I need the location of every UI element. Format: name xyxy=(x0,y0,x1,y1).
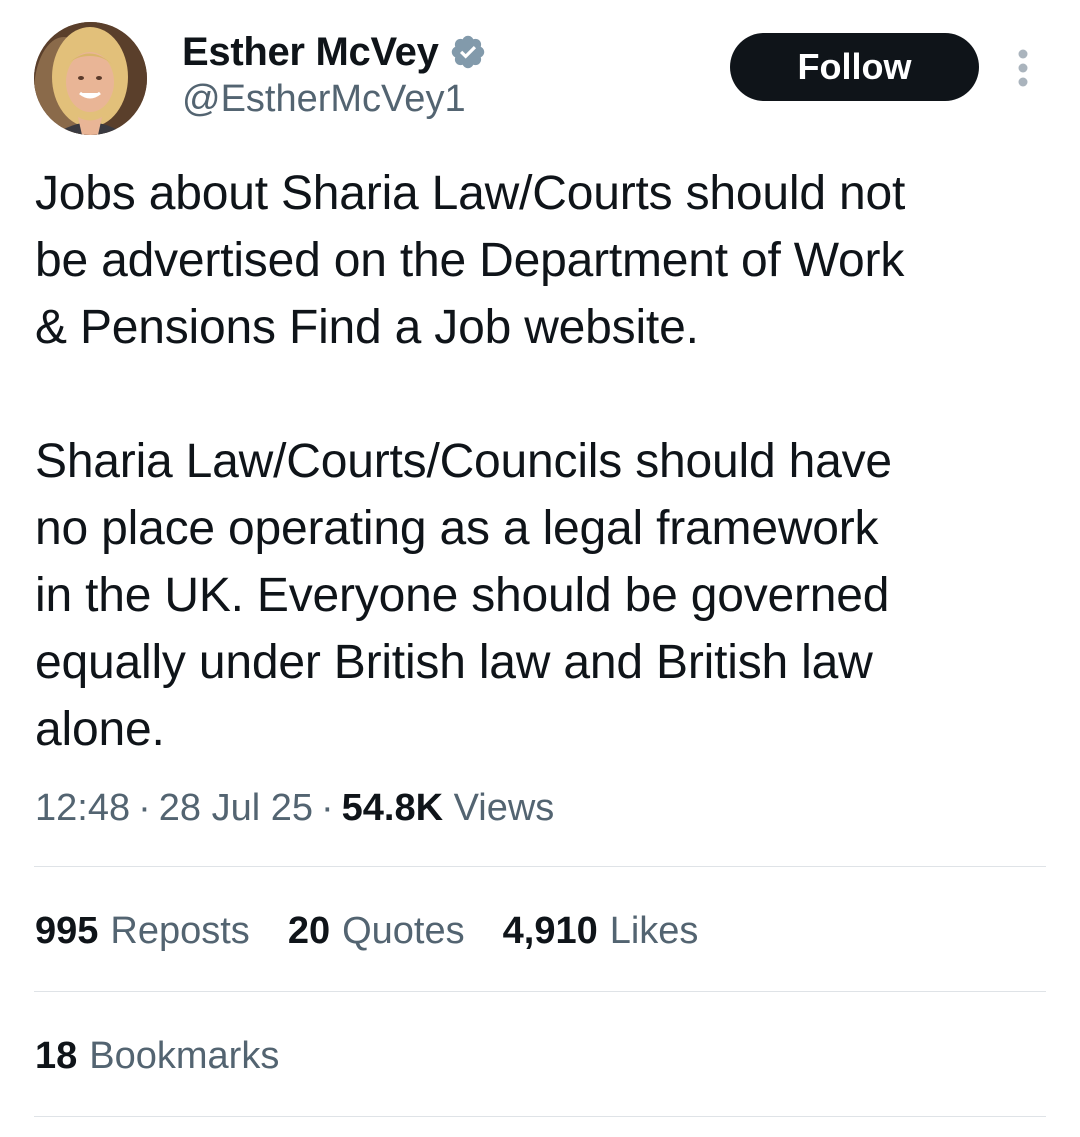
avatar[interactable] xyxy=(34,22,147,135)
divider xyxy=(34,866,1046,867)
quotes-count: 20 xyxy=(287,910,331,952)
engagement-stats: 995 Reposts 20 Quotes 4,910 Likes xyxy=(35,905,736,957)
bookmarks-label: Bookmarks xyxy=(89,1035,280,1077)
reposts-stat[interactable]: 995 Reposts xyxy=(35,905,250,957)
tweet-text: Jobs about Sharia Law/Courts should not … xyxy=(35,167,906,756)
reposts-count: 995 xyxy=(35,910,99,952)
verified-badge-icon[interactable] xyxy=(449,33,487,71)
author-display-name[interactable]: Esther McVey xyxy=(182,30,439,75)
tweet-detail: Esther McVey @EstherMcVey1 Follow Jobs a… xyxy=(0,0,1080,1137)
author-name-row: Esther McVey xyxy=(182,26,487,78)
more-vertical-icon[interactable] xyxy=(1008,46,1038,90)
reposts-label: Reposts xyxy=(110,910,250,952)
quotes-label: Quotes xyxy=(342,910,465,952)
avatar-photo xyxy=(34,22,147,135)
likes-stat[interactable]: 4,910 Likes xyxy=(503,905,699,957)
follow-button[interactable]: Follow xyxy=(730,33,979,101)
likes-label: Likes xyxy=(609,910,699,952)
meta-separator: · xyxy=(138,787,151,829)
divider xyxy=(34,991,1046,992)
tweet-time[interactable]: 12:48 xyxy=(35,787,130,829)
author-handle[interactable]: @EstherMcVey1 xyxy=(182,78,466,121)
views-count: 54.8K xyxy=(341,787,444,829)
tweet-date[interactable]: 28 Jul 25 xyxy=(159,787,313,829)
likes-count: 4,910 xyxy=(502,910,598,952)
divider xyxy=(34,1116,1046,1117)
quotes-stat[interactable]: 20 Quotes xyxy=(288,905,465,957)
bookmarks-count: 18 xyxy=(35,1035,78,1077)
meta-separator: · xyxy=(320,787,334,829)
views-label: Views xyxy=(453,787,555,829)
bookmarks-stats: 18 Bookmarks xyxy=(35,1030,317,1082)
tweet-meta: 12:48 · 28 Jul 25 · 54.8K Views xyxy=(35,783,554,833)
bookmarks-stat[interactable]: 18 Bookmarks xyxy=(35,1030,279,1082)
